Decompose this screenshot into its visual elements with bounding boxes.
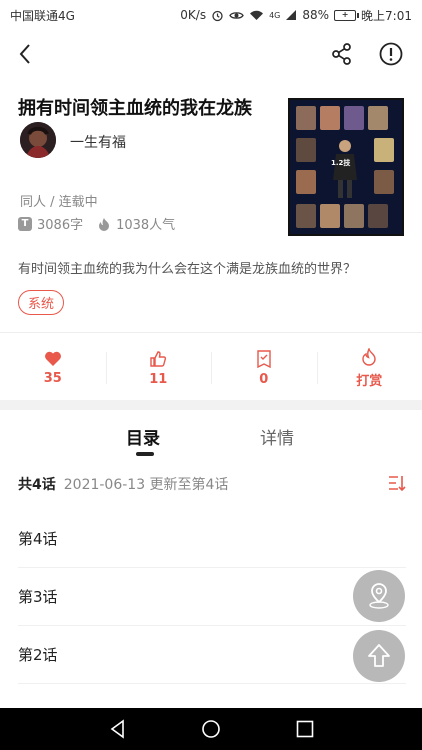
book-stats: T 3086字 1038人气 [18, 214, 183, 233]
book-title: 拥有时间领主血统的我在龙族 [18, 98, 252, 119]
chapter-item[interactable]: 第4话 [18, 510, 406, 568]
battery-icon: + [334, 9, 360, 21]
location-pin-icon [369, 583, 389, 609]
tag-system[interactable]: 系统 [18, 290, 65, 315]
tab-catalog[interactable]: 目录 [126, 424, 160, 449]
location-button[interactable] [353, 570, 405, 622]
chapter-summary: 共4话 2021-06-13 更新至第4话 [18, 474, 408, 494]
ticket-icon [257, 349, 271, 368]
tab-detail[interactable]: 详情 [260, 424, 294, 449]
section-gap [0, 400, 422, 410]
back-arrow-icon[interactable] [14, 42, 38, 66]
share-icon[interactable] [330, 42, 354, 66]
chapter-title: 第3话 [18, 588, 58, 606]
tip-button[interactable]: 打赏 [316, 340, 422, 396]
upvote-button[interactable]: 11 [105, 340, 212, 396]
tab-indicator [136, 452, 154, 456]
battery-percent: 88% [302, 8, 330, 22]
chapter-update-info: 2021-06-13 更新至第4话 [63, 477, 229, 493]
tab-bar: 目录 详情 [0, 410, 422, 460]
top-nav [0, 30, 422, 78]
nav-recents-icon[interactable] [295, 719, 315, 739]
cover-text: 1.2技 [331, 159, 351, 167]
avatar[interactable] [20, 122, 56, 158]
book-cover: 1.2技 [288, 98, 404, 236]
like-count: 35 [43, 371, 62, 386]
wifi-icon [250, 10, 264, 20]
upvote-count: 11 [149, 371, 168, 387]
status-bar: 中国联通4G 0K/s 4G 88% + 晚上7:01 [0, 0, 422, 30]
nav-back-icon[interactable] [108, 719, 128, 739]
chapter-item[interactable]: 第3话 [18, 568, 406, 626]
chapter-item[interactable]: 第2话 [18, 626, 406, 684]
report-icon[interactable] [378, 41, 404, 67]
ticket-button[interactable]: 0 [211, 340, 317, 396]
chapter-title: 第2话 [18, 646, 58, 664]
clock: 晚上7:01 [361, 8, 412, 23]
signal-icon [286, 10, 297, 20]
nav-home-icon[interactable] [201, 719, 221, 739]
word-count: 3086字 [37, 218, 84, 233]
network-speed: 0K/s [180, 8, 207, 22]
fire-icon [362, 347, 376, 366]
flame-icon [99, 217, 110, 231]
divider [0, 332, 422, 333]
alarm-icon [212, 10, 223, 21]
chapter-count: 共4话 [18, 477, 56, 493]
popularity: 1038人气 [116, 218, 176, 233]
carrier-label: 中国联通4G [10, 8, 75, 23]
like-button[interactable]: 35 [0, 340, 106, 396]
chapter-title: 第4话 [18, 530, 58, 548]
sort-icon[interactable] [388, 474, 406, 492]
tip-label: 打赏 [356, 373, 383, 389]
thumbs-up-icon [150, 350, 167, 367]
ticket-count: 0 [259, 371, 269, 387]
eye-icon [229, 11, 244, 19]
signal-label: 4G [269, 10, 281, 20]
action-bar: 35 11 0 打赏 [0, 340, 422, 396]
book-genre-status: 同人 / 连载中 [20, 195, 98, 210]
system-nav-bar [0, 708, 422, 750]
book-summary: 有时间领主血统的我为什么会在这个满是龙族血统的世界？ [18, 262, 357, 277]
word-count-icon: T [18, 216, 32, 231]
author-name[interactable]: 一生有福 [70, 132, 126, 152]
heart-icon [44, 351, 61, 366]
arrow-up-icon [368, 644, 390, 667]
back-to-top-button[interactable] [353, 630, 405, 682]
